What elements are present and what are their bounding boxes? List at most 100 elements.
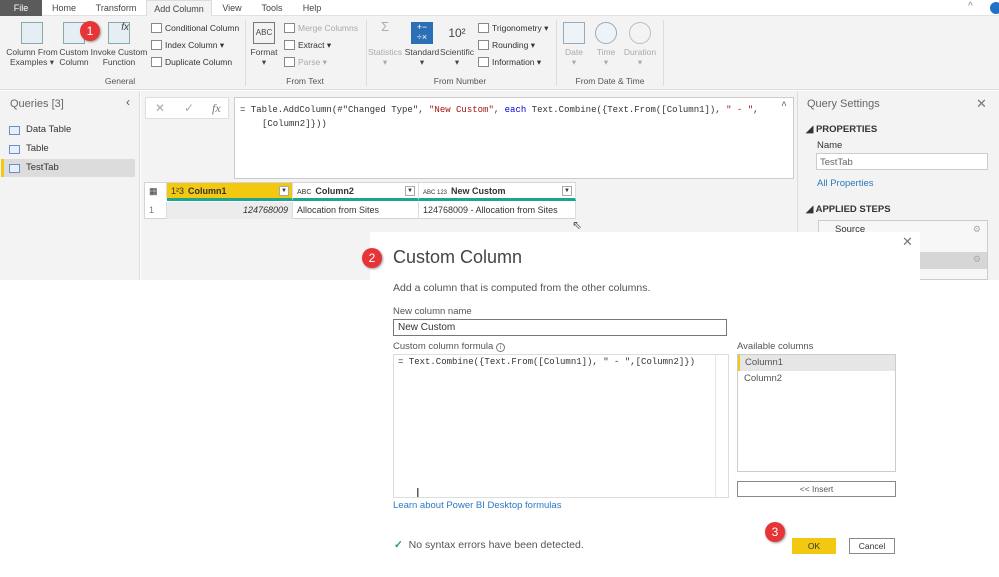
clock-icon xyxy=(595,22,617,44)
collapse-ribbon-icon[interactable]: ^ xyxy=(968,1,973,12)
properties-heading: ◢ PROPERTIES xyxy=(806,124,878,135)
parse-button[interactable]: Parse ▾ xyxy=(284,57,327,68)
available-columns-list: Column1 Column2 xyxy=(737,354,896,472)
merge-columns-button[interactable]: Merge Columns xyxy=(284,23,358,33)
duplicate-icon xyxy=(151,57,162,67)
custom-column-dialog: ✕ Custom Column Add a column that is com… xyxy=(370,232,920,577)
format-button[interactable]: ABC Format ▾ xyxy=(248,22,280,67)
available-columns-label: Available columns xyxy=(737,341,814,352)
cancel-button[interactable]: Cancel xyxy=(849,538,895,554)
index-column-button[interactable]: Index Column ▾ xyxy=(151,40,224,51)
duplicate-column-button[interactable]: Duplicate Column xyxy=(151,57,232,67)
information-icon xyxy=(478,57,489,67)
conditional-icon xyxy=(151,23,162,33)
conditional-column-button[interactable]: Conditional Column xyxy=(151,23,239,33)
ribbon-tabs: File Home Transform Add Column View Tool… xyxy=(0,0,999,16)
query-name-input[interactable]: TestTab xyxy=(816,153,988,170)
merge-icon xyxy=(284,23,295,33)
available-column-item[interactable]: Column2 xyxy=(738,371,895,387)
learn-formulas-link[interactable]: Learn about Power BI Desktop formulas xyxy=(393,500,561,511)
formula-bar[interactable]: = Table.AddColumn(#"Changed Type", "New … xyxy=(234,97,794,179)
filter-dropdown-icon[interactable]: ▼ xyxy=(562,186,572,196)
tab-view[interactable]: View xyxy=(214,0,250,16)
column-header-new-custom[interactable]: ABC 123 New Custom ▼ xyxy=(419,183,576,201)
trigonometry-button[interactable]: Trigonometry ▾ xyxy=(478,23,548,34)
triangle-icon xyxy=(478,23,489,33)
information-button[interactable]: Information ▾ xyxy=(478,57,541,68)
extract-icon xyxy=(284,40,295,50)
scientific-button[interactable]: 10² Scientific ▾ xyxy=(440,22,474,67)
rounding-icon xyxy=(478,40,489,50)
ribbon: Column From Examples ▾ Custom Column fx I… xyxy=(0,16,999,90)
info-icon: i xyxy=(495,343,505,352)
calendar-icon xyxy=(563,22,585,44)
syntax-status: ✓ No syntax errors have been detected. xyxy=(394,539,584,551)
group-label-from-text: From Text xyxy=(286,76,324,86)
query-item[interactable]: Data Table xyxy=(4,121,138,139)
cancel-formula-icon[interactable]: ✕ xyxy=(155,101,165,115)
table-cell[interactable]: Allocation from Sites xyxy=(293,202,419,219)
collapse-queries-icon[interactable]: ‹ xyxy=(126,95,130,109)
mouse-cursor-icon: ⇖ xyxy=(572,218,583,232)
query-item[interactable]: Table xyxy=(4,140,138,158)
column-name-input[interactable]: New Custom xyxy=(393,319,727,336)
time-button[interactable]: Time ▾ xyxy=(592,22,620,67)
index-icon xyxy=(151,40,162,50)
insert-button[interactable]: << Insert xyxy=(737,481,896,497)
table-icon xyxy=(9,145,20,154)
close-dialog-icon[interactable]: ✕ xyxy=(902,234,913,250)
group-label-general: General xyxy=(104,76,136,86)
formula-editor[interactable]: = Text.Combine({Text.From([Column1]), " … xyxy=(393,354,729,498)
help-icon[interactable] xyxy=(990,2,999,14)
calculator-icon: +− ÷× xyxy=(411,22,433,44)
all-properties-link[interactable]: All Properties xyxy=(817,178,874,189)
table-cell[interactable]: 124768009 xyxy=(167,202,293,219)
statistics-button[interactable]: Σ Statistics ▾ xyxy=(368,19,402,67)
column-from-examples-button[interactable]: Column From Examples ▾ xyxy=(2,22,62,67)
column-header-column2[interactable]: ABC Column2 ▼ xyxy=(293,183,419,201)
duration-button[interactable]: Duration ▾ xyxy=(622,22,658,67)
abc-format-icon: ABC xyxy=(253,22,275,44)
parse-icon xyxy=(284,57,295,67)
commit-formula-icon[interactable]: ✓ xyxy=(184,101,194,115)
gear-icon[interactable]: ⚙ xyxy=(973,224,981,235)
query-item-selected[interactable]: TestTab xyxy=(1,159,135,177)
table-icon xyxy=(9,126,20,135)
table-menu-icon[interactable]: ▦ xyxy=(145,183,167,201)
step-badge-1: 1 xyxy=(80,21,100,41)
name-label: Name xyxy=(817,140,843,151)
close-settings-icon[interactable]: ✕ xyxy=(976,96,987,112)
column-header-column1[interactable]: 1²3 Column1 ▼ xyxy=(167,183,293,201)
dialog-title: Custom Column xyxy=(393,247,523,267)
applied-steps-heading: ◢ APPLIED STEPS xyxy=(806,204,891,215)
table-cell[interactable]: 124768009 - Allocation from Sites xyxy=(419,202,576,219)
ok-button[interactable]: OK xyxy=(792,538,836,554)
tab-transform[interactable]: Transform xyxy=(88,0,144,16)
queries-title: Queries [3] xyxy=(10,98,64,110)
tab-file[interactable]: File xyxy=(0,0,42,16)
column-name-label: New column name xyxy=(393,306,472,317)
filter-dropdown-icon[interactable]: ▼ xyxy=(405,186,415,196)
tab-add-column[interactable]: Add Column xyxy=(146,0,212,16)
tab-help[interactable]: Help xyxy=(294,0,330,16)
function-icon: fx xyxy=(108,22,130,44)
filter-dropdown-icon[interactable]: ▼ xyxy=(279,186,289,196)
standard-button[interactable]: +− ÷× Standard ▾ xyxy=(404,22,440,67)
rounding-button[interactable]: Rounding ▾ xyxy=(478,40,535,51)
tab-home[interactable]: Home xyxy=(44,0,84,16)
formula-label: Custom column formula i xyxy=(393,341,505,352)
table-icon xyxy=(9,164,20,173)
fx-icon[interactable]: fx xyxy=(212,101,221,116)
available-column-item[interactable]: Column1 xyxy=(738,355,895,371)
tab-tools[interactable]: Tools xyxy=(254,0,290,16)
sigma-icon: Σ xyxy=(380,19,390,34)
step-badge-2: 2 xyxy=(362,248,382,268)
collapse-formula-icon[interactable]: ^ xyxy=(781,100,787,114)
formula-buttons: ✕ ✓ fx xyxy=(145,97,229,119)
checkmark-icon: ✓ xyxy=(394,539,403,551)
row-number: 1 xyxy=(145,202,167,219)
date-button[interactable]: Date ▾ xyxy=(560,22,588,67)
queries-pane: Queries [3] ‹ Data Table Table TestTab xyxy=(0,91,140,280)
extract-button[interactable]: Extract ▾ xyxy=(284,40,331,51)
gear-icon[interactable]: ⚙ xyxy=(973,254,981,265)
